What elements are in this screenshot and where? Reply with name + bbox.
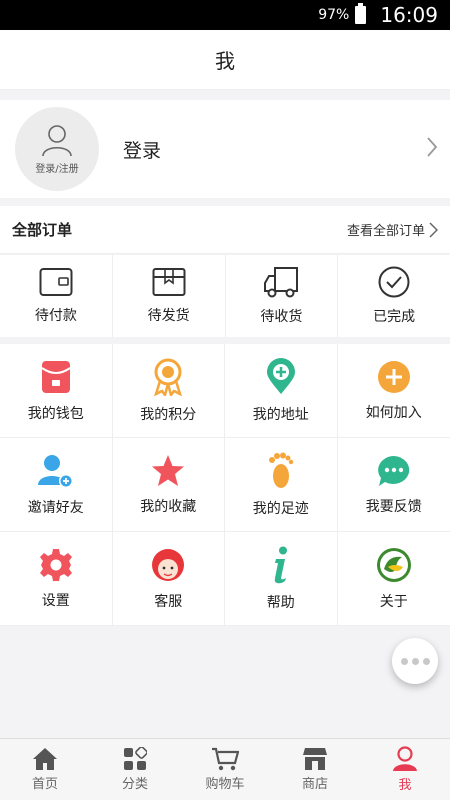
cart-icon xyxy=(212,747,239,771)
menu-label: 关于 xyxy=(379,593,408,610)
menu-help[interactable]: 帮助 xyxy=(225,532,338,626)
user-outline-icon xyxy=(42,125,72,157)
avatar[interactable]: 登录/注册 xyxy=(15,107,99,191)
menu-label: 我的收藏 xyxy=(140,498,197,515)
menu-feedback[interactable]: 我要反馈 xyxy=(337,438,450,532)
battery-icon xyxy=(355,3,367,24)
order-status-row: 待付款 待发货 待收货 已完成 xyxy=(0,255,450,337)
gear-icon xyxy=(39,548,72,581)
menu-label: 如何加入 xyxy=(365,404,422,421)
check-circle-icon xyxy=(378,266,410,298)
bottom-tab-bar: 首页 分类 购物车 商店 我 xyxy=(0,738,450,800)
menu-settings[interactable]: 设置 xyxy=(0,532,113,626)
order-pending-receipt[interactable]: 待收货 xyxy=(226,255,339,337)
view-all-orders-label: 查看全部订单 xyxy=(346,224,425,239)
menu-label: 客服 xyxy=(154,593,183,610)
more-dots-icon xyxy=(400,657,430,665)
location-pin-icon xyxy=(266,357,295,394)
user-icon xyxy=(393,746,417,771)
order-pending-shipment-label: 待发货 xyxy=(147,308,190,324)
tab-me[interactable]: 我 xyxy=(360,739,450,800)
order-pending-receipt-label: 待收货 xyxy=(260,309,303,325)
profile-login-row[interactable]: 登录/注册 登录 xyxy=(0,100,450,198)
menu-label: 我要反馈 xyxy=(365,498,422,515)
home-icon xyxy=(33,748,57,770)
tab-label: 商店 xyxy=(301,777,328,792)
plus-circle-icon xyxy=(377,360,410,393)
category-icon xyxy=(124,747,147,770)
menu-label: 帮助 xyxy=(266,594,295,611)
footprint-icon xyxy=(268,452,293,488)
package-icon xyxy=(152,268,186,296)
info-icon xyxy=(274,546,287,583)
order-pending-shipment[interactable]: 待发货 xyxy=(113,255,226,337)
wallet-icon xyxy=(39,268,73,296)
customer-service-icon xyxy=(152,548,185,581)
menu-my-footprints[interactable]: 我的足迹 xyxy=(225,438,338,532)
page-header: 我 xyxy=(0,30,450,90)
menu-how-to-join[interactable]: 如何加入 xyxy=(337,344,450,438)
chevron-right-icon xyxy=(429,221,438,238)
menu-customer-service[interactable]: 客服 xyxy=(112,532,225,626)
order-completed[interactable]: 已完成 xyxy=(338,255,450,337)
menu-label: 我的钱包 xyxy=(27,405,84,422)
menu-my-wallet[interactable]: 我的钱包 xyxy=(0,344,113,438)
order-pending-payment[interactable]: 待付款 xyxy=(0,255,113,337)
order-completed-label: 已完成 xyxy=(373,309,416,325)
logo-icon xyxy=(376,547,411,582)
battery-percent: 97% xyxy=(318,7,350,23)
medal-icon xyxy=(154,358,183,396)
truck-icon xyxy=(264,267,299,298)
orders-header: 全部订单 查看全部订单 xyxy=(0,206,450,254)
view-all-orders-link[interactable]: 查看全部订单 xyxy=(347,220,438,239)
chat-bubble-icon xyxy=(377,455,409,486)
star-icon xyxy=(152,454,185,486)
menu-my-points[interactable]: 我的积分 xyxy=(112,344,225,438)
tab-label: 分类 xyxy=(121,777,148,792)
avatar-caption: 登录/注册 xyxy=(35,164,79,175)
tab-label: 购物车 xyxy=(205,777,245,792)
tab-label: 首页 xyxy=(31,777,58,792)
menu-label: 我的积分 xyxy=(140,406,197,423)
menu-label: 邀请好友 xyxy=(27,499,84,516)
menu-my-address[interactable]: 我的地址 xyxy=(225,344,338,438)
feature-grid: 我的钱包 我的积分 我的地址 如何加入 邀请好友 我的收藏 我的足迹 我要反馈 … xyxy=(0,344,450,626)
chevron-right-icon xyxy=(427,137,438,157)
tab-home[interactable]: 首页 xyxy=(0,739,90,800)
menu-invite-friends[interactable]: 邀请好友 xyxy=(0,438,113,532)
order-pending-payment-label: 待付款 xyxy=(34,308,77,324)
add-friend-icon xyxy=(37,454,73,488)
floating-more-button[interactable] xyxy=(392,638,438,684)
store-icon xyxy=(303,748,327,770)
tab-store[interactable]: 商店 xyxy=(270,739,360,800)
menu-label: 我的地址 xyxy=(252,406,309,423)
menu-my-favorites[interactable]: 我的收藏 xyxy=(112,438,225,532)
menu-about[interactable]: 关于 xyxy=(337,532,450,626)
tab-category[interactable]: 分类 xyxy=(90,739,180,800)
login-label[interactable]: 登录 xyxy=(123,136,161,163)
clock: 16:09 xyxy=(380,3,438,27)
red-envelope-icon xyxy=(41,360,71,393)
tab-label: 我 xyxy=(398,778,412,793)
tab-cart[interactable]: 购物车 xyxy=(180,739,270,800)
menu-label: 设置 xyxy=(41,592,70,609)
page-title: 我 xyxy=(215,49,235,73)
menu-label: 我的足迹 xyxy=(252,500,309,517)
status-bar: 97% 16:09 xyxy=(0,0,450,30)
orders-title: 全部订单 xyxy=(12,221,73,239)
